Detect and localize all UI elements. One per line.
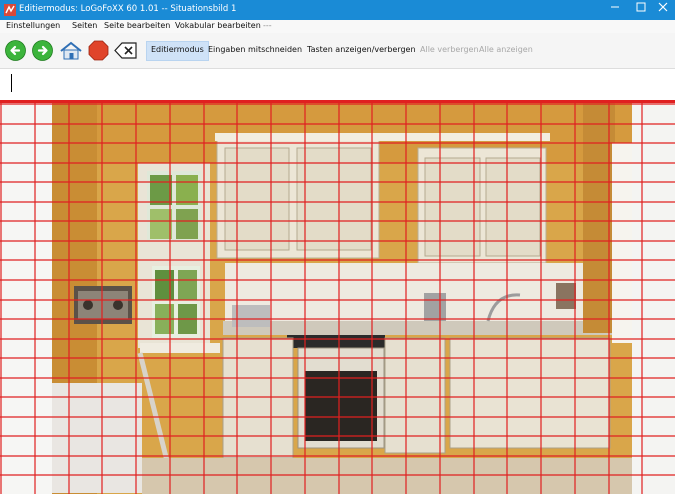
back-arrow-icon[interactable] bbox=[5, 40, 26, 61]
menu-more[interactable]: --- bbox=[263, 21, 272, 30]
record-input-button[interactable]: Eingaben mitschneiden bbox=[204, 41, 306, 59]
edit-mode-button[interactable]: Editiermodus bbox=[146, 41, 209, 61]
text-cursor bbox=[11, 74, 12, 92]
hide-all-button[interactable]: Alle verbergen bbox=[416, 41, 483, 59]
menu-seite-bearbeiten[interactable]: Seite bearbeiten bbox=[104, 21, 170, 30]
close-icon bbox=[658, 2, 667, 12]
close-button[interactable] bbox=[650, 0, 675, 20]
stop-icon[interactable] bbox=[88, 40, 109, 61]
show-all-button[interactable]: Alle anzeigen bbox=[475, 41, 537, 59]
toggle-keys-button[interactable]: Tasten anzeigen/verbergen bbox=[303, 41, 420, 59]
situation-image-area[interactable] bbox=[0, 103, 675, 494]
menu-einstellungen[interactable]: Einstellungen bbox=[6, 21, 60, 30]
menu-bar: Einstellungen Seiten Seite bearbeiten Vo… bbox=[0, 20, 675, 33]
title-bar: Editiermodus: LoGoFoXX 60 1.01 -- Situat… bbox=[0, 0, 675, 20]
app-logo-icon bbox=[4, 4, 16, 16]
text-input-bar[interactable] bbox=[0, 69, 675, 100]
backspace-icon[interactable] bbox=[114, 40, 138, 61]
maximize-icon bbox=[636, 2, 646, 12]
kitchen-photo bbox=[0, 103, 675, 494]
menu-seiten[interactable]: Seiten bbox=[72, 21, 97, 30]
minimize-icon bbox=[611, 6, 619, 8]
toolbar: Editiermodus Eingaben mitschneiden Taste… bbox=[0, 33, 675, 69]
forward-arrow-icon[interactable] bbox=[32, 40, 53, 61]
home-icon[interactable] bbox=[59, 40, 83, 61]
window-title: Editiermodus: LoGoFoXX 60 1.01 -- Situat… bbox=[19, 4, 237, 14]
menu-vokabular-bearbeiten[interactable]: Vokabular bearbeiten bbox=[175, 21, 261, 30]
